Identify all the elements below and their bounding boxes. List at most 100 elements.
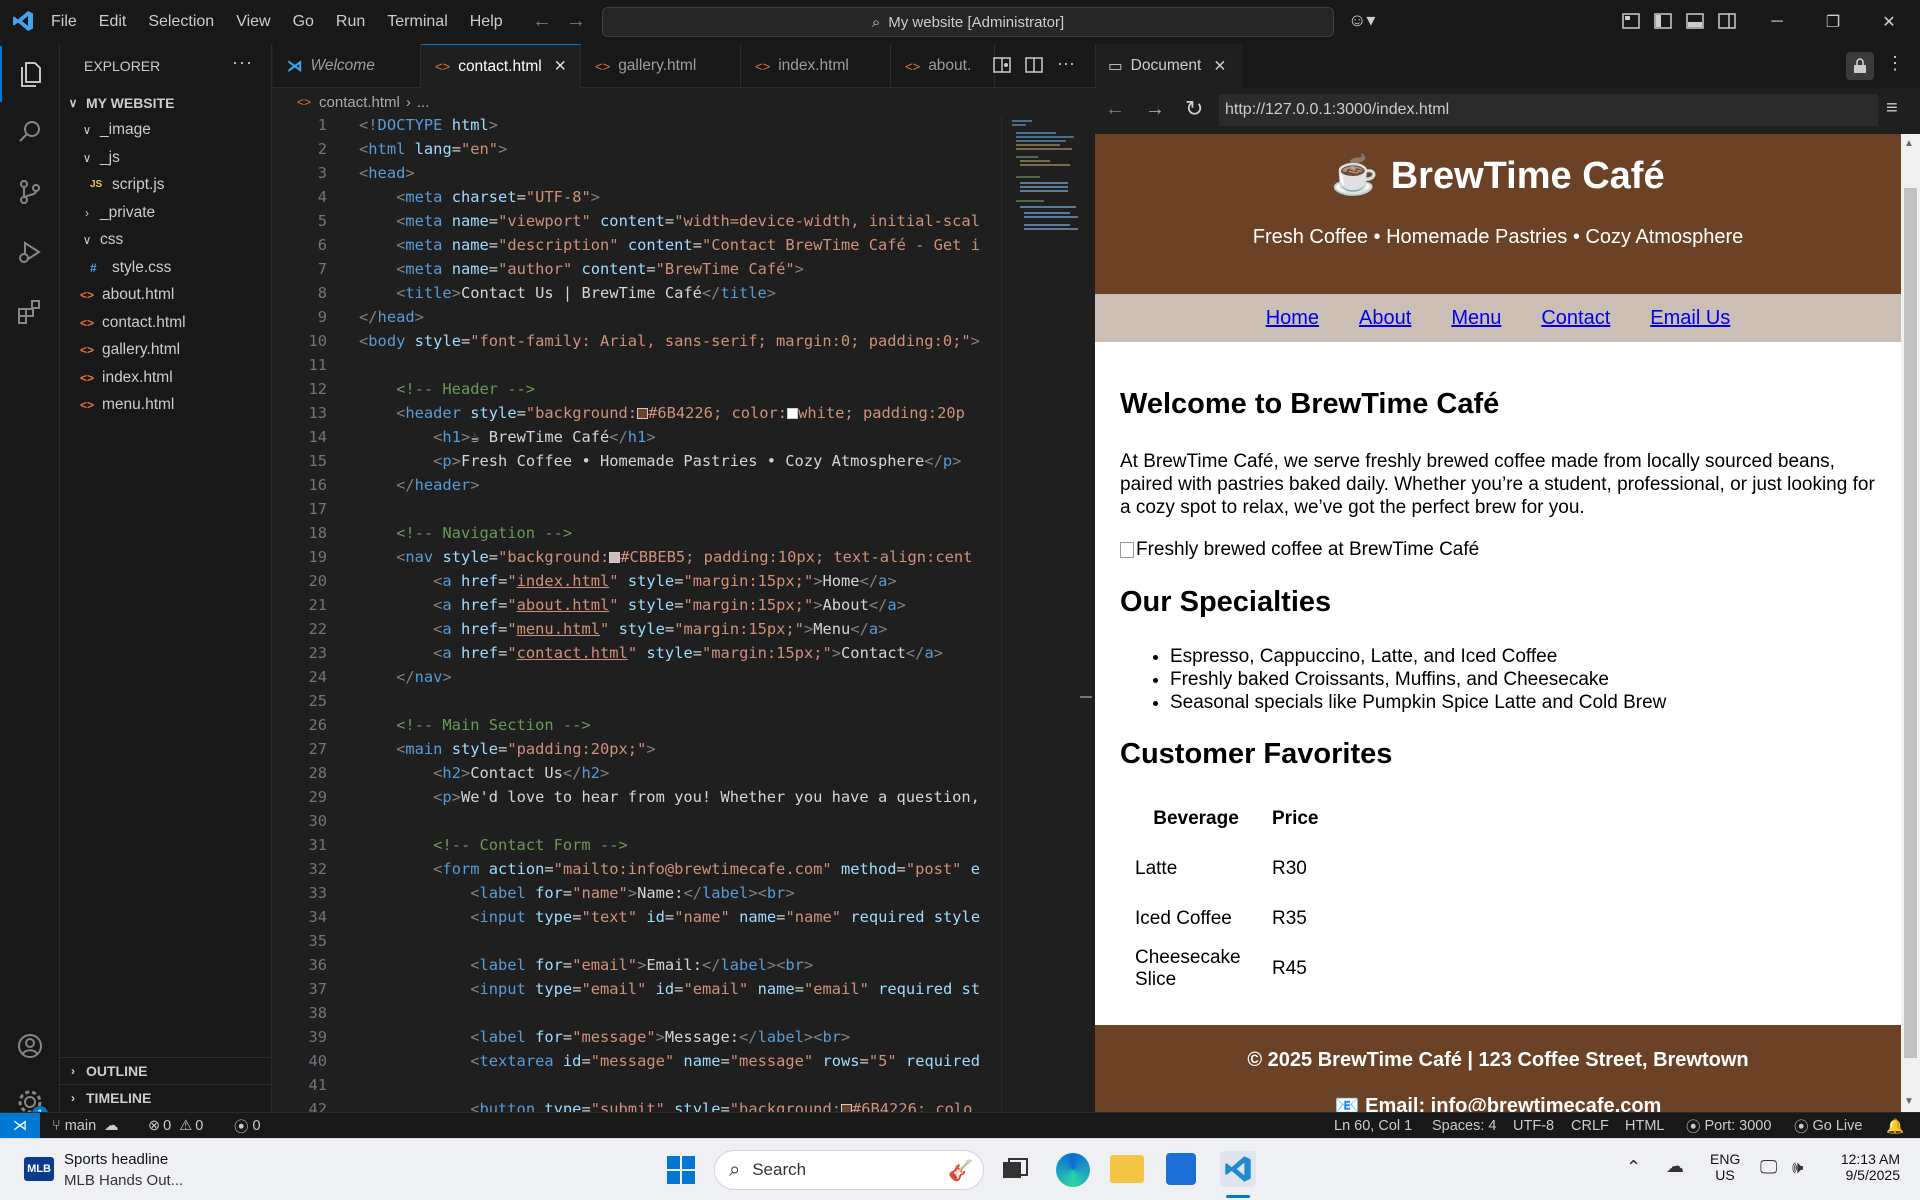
scrollbar-thumb[interactable] bbox=[1904, 188, 1917, 1058]
volume-icon[interactable]: 🕪 bbox=[1792, 1157, 1803, 1178]
menu-view[interactable]: View bbox=[225, 13, 281, 31]
tab-gallery-html[interactable]: <> gallery.html bbox=[581, 44, 741, 88]
open-preview-icon[interactable] bbox=[993, 56, 1011, 74]
tab-document[interactable]: ▭ Document ✕ bbox=[1096, 44, 1242, 88]
outline-section[interactable]: › OUTLINE bbox=[60, 1057, 272, 1084]
task-view-icon[interactable] bbox=[1000, 1155, 1030, 1185]
command-center[interactable]: ⌕ My website [Administrator] bbox=[602, 7, 1334, 37]
close-tab-icon[interactable]: ✕ bbox=[1213, 57, 1226, 76]
cursor-position[interactable]: Ln 60, Col 1 bbox=[1334, 1113, 1412, 1139]
scroll-down-icon[interactable]: ▼ bbox=[1904, 1096, 1914, 1107]
branch-indicator[interactable]: ⑂ main ☁ bbox=[52, 1113, 119, 1139]
news-widget-title[interactable]: Sports headline bbox=[64, 1151, 168, 1168]
customize-layout-icon[interactable] bbox=[1622, 12, 1640, 30]
remote-indicator-icon[interactable]: ⋊ bbox=[0, 1113, 40, 1139]
show-hidden-icons-icon[interactable]: ⌃ bbox=[1626, 1157, 1641, 1178]
nav-link-email[interactable]: Email Us bbox=[1650, 307, 1730, 330]
taskbar-search-input[interactable]: ⌕ Search 🎸 bbox=[714, 1150, 984, 1190]
split-editor-icon[interactable] bbox=[1025, 56, 1043, 74]
language-indicator[interactable]: ENG US bbox=[1710, 1151, 1740, 1183]
menu-file[interactable]: File bbox=[40, 13, 88, 31]
color-swatch[interactable] bbox=[637, 408, 649, 419]
editor-scrollbar[interactable] bbox=[1078, 116, 1094, 1112]
tree-folder-private[interactable]: › _private bbox=[60, 199, 272, 226]
windows-start-icon[interactable] bbox=[666, 1155, 696, 1185]
nav-link-menu[interactable]: Menu bbox=[1451, 307, 1501, 330]
run-debug-icon[interactable] bbox=[0, 224, 60, 280]
tree-file-index-html[interactable]: <> index.html bbox=[60, 364, 272, 391]
encoding[interactable]: UTF-8 bbox=[1513, 1113, 1554, 1139]
menu-run[interactable]: Run bbox=[325, 13, 376, 31]
breadcrumb-symbol[interactable]: ... bbox=[417, 94, 430, 111]
close-tab-icon[interactable]: ✕ bbox=[554, 57, 567, 76]
line-endings[interactable]: CRLF bbox=[1571, 1113, 1609, 1139]
reload-icon[interactable]: ↻ bbox=[1185, 96, 1203, 122]
notifications-bell-icon[interactable]: 🔔 bbox=[1886, 1113, 1904, 1139]
vscode-taskbar-icon[interactable] bbox=[1220, 1151, 1256, 1187]
mlb-news-icon[interactable]: MLB bbox=[24, 1157, 54, 1181]
menu-edit[interactable]: Edit bbox=[88, 13, 138, 31]
tree-folder-js[interactable]: ∨ _js bbox=[60, 144, 272, 171]
code-editor[interactable]: 1 <!DOCTYPE html> 2 <html lang="en"> 3 <… bbox=[273, 116, 1001, 1112]
microsoft-store-icon[interactable] bbox=[1166, 1153, 1196, 1185]
clock[interactable]: 12:13 AM 9/5/2025 bbox=[1820, 1151, 1900, 1183]
explorer-icon[interactable] bbox=[0, 46, 60, 102]
url-input[interactable]: http://127.0.0.1:3000/index.html bbox=[1219, 94, 1878, 126]
file-explorer-icon[interactable] bbox=[1110, 1155, 1144, 1183]
back-arrow-icon[interactable]: ← bbox=[1105, 98, 1125, 121]
editor-more-icon[interactable]: ··· bbox=[1057, 53, 1075, 74]
tree-file-contact-html[interactable]: <> contact.html bbox=[60, 309, 272, 336]
tree-file-menu-html[interactable]: <> menu.html bbox=[60, 391, 272, 418]
menu-go[interactable]: Go bbox=[282, 13, 325, 31]
lock-icon[interactable] bbox=[1846, 52, 1874, 80]
live-server-port[interactable]: ⦿ Port: 3000 bbox=[1686, 1113, 1771, 1139]
toggle-secondary-sidebar-icon[interactable] bbox=[1718, 12, 1736, 30]
toggle-panel-icon[interactable] bbox=[1686, 12, 1704, 30]
network-icon[interactable]: 🖵 bbox=[1760, 1157, 1777, 1178]
back-arrow-icon[interactable]: ← bbox=[532, 10, 552, 33]
hamburger-menu-icon[interactable]: ≡ bbox=[1886, 97, 1898, 120]
search-icon[interactable] bbox=[0, 104, 60, 160]
extensions-icon[interactable] bbox=[0, 284, 60, 340]
account-icon[interactable] bbox=[0, 1018, 60, 1074]
edge-browser-icon[interactable] bbox=[1056, 1153, 1090, 1187]
tab-about-html[interactable]: <> about. bbox=[891, 44, 995, 88]
tree-file-style-css[interactable]: # style.css bbox=[60, 254, 272, 281]
nav-link-contact[interactable]: Contact bbox=[1541, 307, 1610, 330]
tree-folder-image[interactable]: ∨ _image bbox=[60, 116, 272, 143]
restore-icon[interactable]: ❐ bbox=[1806, 0, 1860, 44]
menu-terminal[interactable]: Terminal bbox=[376, 13, 458, 31]
toggle-primary-sidebar-icon[interactable] bbox=[1654, 12, 1672, 30]
tree-folder-css[interactable]: ∨ css bbox=[60, 226, 272, 253]
go-live-button[interactable]: ⦿ Go Live bbox=[1794, 1113, 1862, 1139]
preview-scrollbar[interactable]: ▲ ▼ bbox=[1901, 134, 1920, 1112]
timeline-section[interactable]: › TIMELINE bbox=[60, 1084, 272, 1111]
tree-file-script-js[interactable]: JS script.js bbox=[60, 171, 272, 198]
news-widget-subtitle[interactable]: MLB Hands Out... bbox=[64, 1172, 183, 1189]
more-actions-icon[interactable]: ··· bbox=[232, 52, 253, 73]
source-control-icon[interactable] bbox=[0, 164, 60, 220]
nav-link-about[interactable]: About bbox=[1359, 307, 1411, 330]
preview-more-icon[interactable]: ⋮ bbox=[1886, 53, 1904, 74]
menu-selection[interactable]: Selection bbox=[137, 13, 225, 31]
minimize-icon[interactable]: ─ bbox=[1750, 0, 1804, 44]
onedrive-icon[interactable]: ☁ bbox=[1666, 1156, 1684, 1177]
menu-help[interactable]: Help bbox=[459, 13, 514, 31]
tab-index-html[interactable]: <> index.html bbox=[741, 44, 891, 88]
workspace-root[interactable]: ∨ MY WEBSITE bbox=[60, 89, 272, 116]
close-window-icon[interactable]: ✕ bbox=[1862, 0, 1916, 44]
language-mode[interactable]: HTML bbox=[1625, 1113, 1664, 1139]
ports-indicator[interactable]: ⦿ 0 bbox=[234, 1113, 261, 1139]
color-swatch[interactable] bbox=[609, 552, 621, 563]
copilot-icon[interactable]: ☺▾ bbox=[1348, 10, 1375, 31]
scroll-up-icon[interactable]: ▲ bbox=[1904, 138, 1914, 149]
tab-welcome[interactable]: ⋊ Welcome bbox=[273, 44, 421, 88]
breadcrumb-file[interactable]: contact.html bbox=[319, 94, 400, 111]
forward-arrow-icon[interactable]: → bbox=[1145, 98, 1165, 121]
minimap[interactable] bbox=[1001, 116, 1084, 1112]
problems-indicator[interactable]: ⊗ 0 ⚠ 0 bbox=[148, 1113, 203, 1139]
tree-file-about-html[interactable]: <> about.html bbox=[60, 281, 272, 308]
tree-file-gallery-html[interactable]: <> gallery.html bbox=[60, 336, 272, 363]
color-swatch[interactable] bbox=[787, 408, 799, 419]
indentation[interactable]: Spaces: 4 bbox=[1432, 1113, 1497, 1139]
